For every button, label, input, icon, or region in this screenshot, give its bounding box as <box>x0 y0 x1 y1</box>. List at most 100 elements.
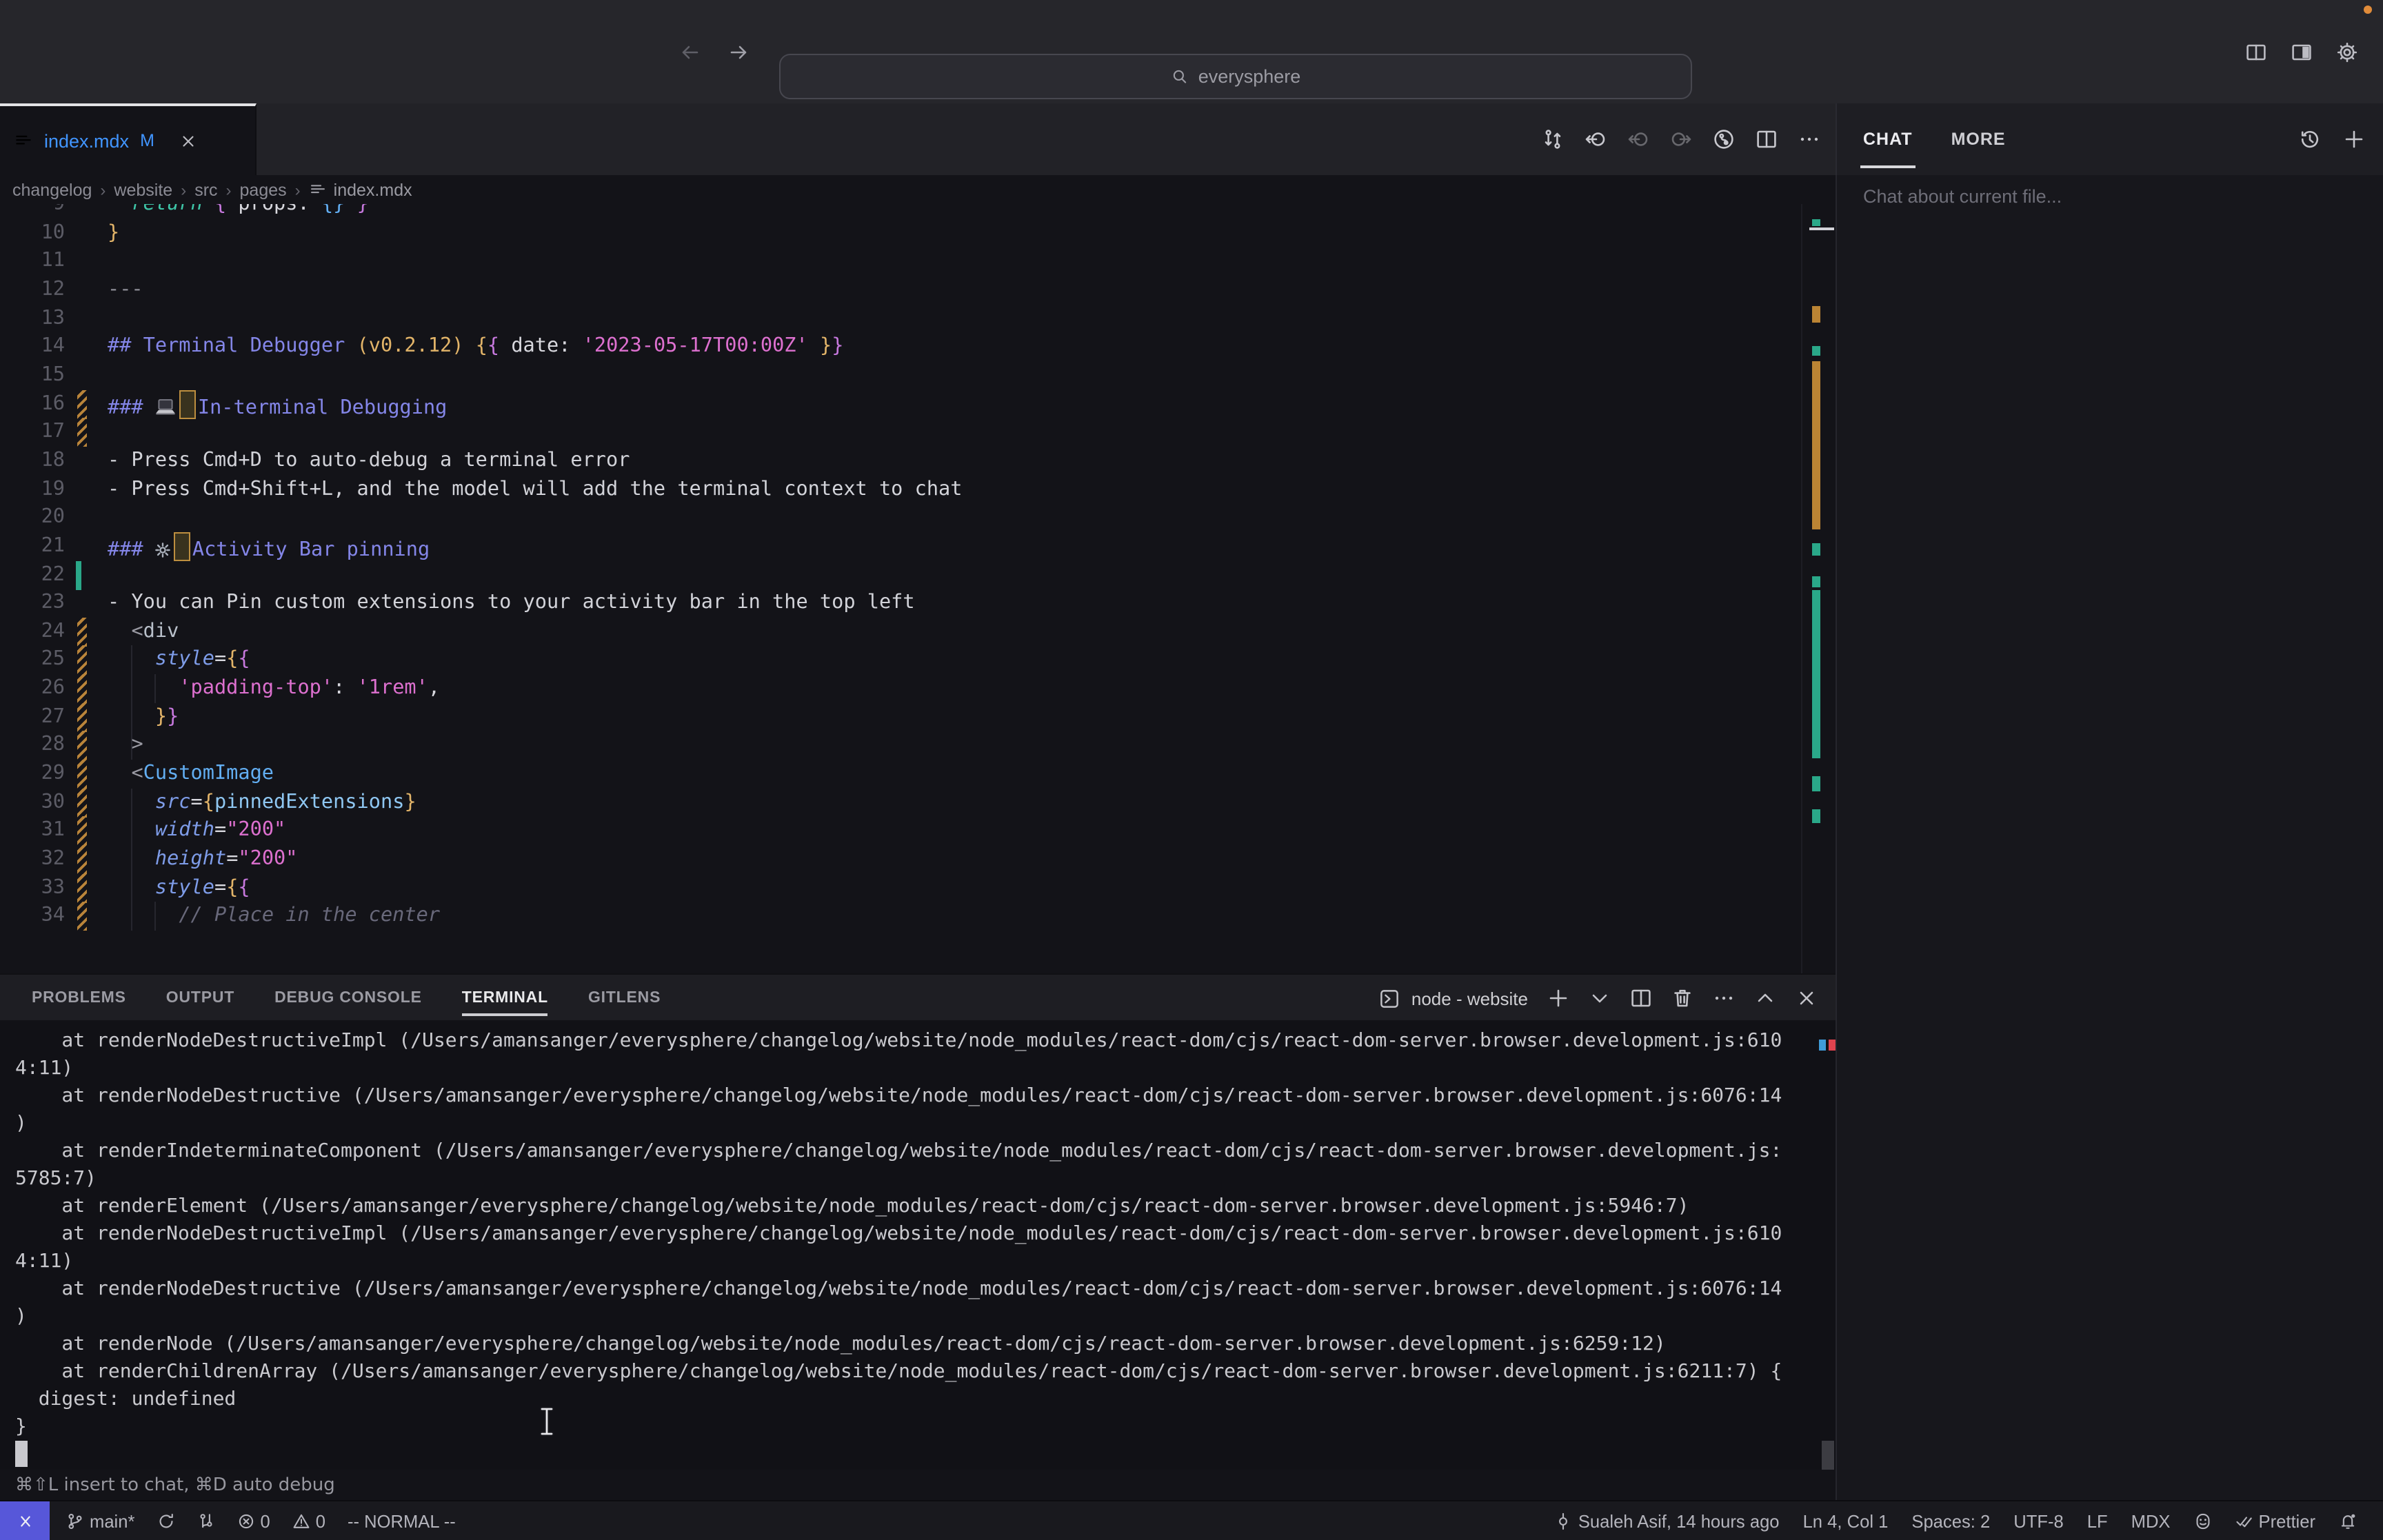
tab-index-mdx[interactable]: index.mdx M <box>0 103 257 175</box>
terminal-line: at renderNode (/Users/amansanger/everysp… <box>15 1330 1666 1358</box>
line-number: 33 <box>0 873 65 902</box>
back-arrow-icon[interactable] <box>678 41 701 63</box>
code-line-17[interactable]: 17 <box>0 418 1802 447</box>
search-box[interactable]: everysphere <box>779 54 1692 99</box>
gitlens-button[interactable] <box>197 1512 214 1530</box>
plus-icon[interactable] <box>2343 128 2365 150</box>
modified-badge: M <box>140 131 154 150</box>
remote-indicator[interactable] <box>0 1501 50 1540</box>
code-line-20[interactable]: 20 <box>0 503 1802 532</box>
code-text: style={{ <box>108 646 250 674</box>
close-icon[interactable] <box>1796 987 1818 1009</box>
panel-tab-debug-console[interactable]: DEBUG CONSOLE <box>274 975 422 1022</box>
tab-bar: index.mdx M <box>0 103 1836 175</box>
cursor-position[interactable]: Ln 4, Col 1 <box>1803 1511 1889 1532</box>
ellipsis-icon[interactable] <box>1798 128 1820 150</box>
notifications-bell[interactable] <box>2339 1512 2357 1530</box>
terminal-scrollbar-thumb[interactable] <box>1822 1441 1834 1470</box>
line-number: 18 <box>0 447 65 475</box>
next-change-icon[interactable] <box>1670 128 1692 150</box>
code-line-25[interactable]: 25 style={{ <box>0 646 1802 675</box>
chat-tab-chat[interactable]: CHAT <box>1863 103 1913 175</box>
panel-tab-terminal[interactable]: TERMINAL <box>462 975 548 1022</box>
terminal-title[interactable]: node - website <box>1411 988 1528 1009</box>
code-line-9[interactable]: 9 return { props: {} } <box>0 204 1802 219</box>
code-line-34[interactable]: 34 // Place in the center <box>0 902 1802 931</box>
terminal-output[interactable]: at renderNodeDestructiveImpl (/Users/ama… <box>0 1020 1836 1470</box>
code-line-10[interactable]: 10} <box>0 219 1802 247</box>
language-mode[interactable]: MDX <box>2131 1511 2171 1532</box>
code-line-24[interactable]: 24 <div <box>0 618 1802 647</box>
split-editor-icon[interactable] <box>1756 128 1778 150</box>
code-line-16[interactable]: 16### In-terminal Debugging <box>0 389 1802 418</box>
code-line-15[interactable]: 15 <box>0 361 1802 390</box>
layout-columns-icon[interactable] <box>2245 41 2267 63</box>
code-line-11[interactable]: 11 <box>0 247 1802 276</box>
compare-changes-icon[interactable] <box>1542 128 1564 150</box>
line-number: 12 <box>0 276 65 304</box>
breadcrumb-item-changelog[interactable]: changelog <box>12 180 92 199</box>
code-line-23[interactable]: 23- You can Pin custom extensions to you… <box>0 589 1802 618</box>
history-icon[interactable] <box>2299 128 2321 150</box>
breadcrumb-file[interactable]: index.mdx <box>309 180 412 199</box>
chat-input-placeholder[interactable]: Chat about current file... <box>1863 186 2062 207</box>
code-line-13[interactable]: 13 <box>0 304 1802 333</box>
previous-change-icon[interactable] <box>1627 128 1649 150</box>
panel-tab-problems[interactable]: PROBLEMS <box>32 975 126 1022</box>
sync-button[interactable] <box>157 1512 174 1530</box>
code-text: <CustomImage <box>108 760 274 788</box>
settings-gear-icon[interactable] <box>2336 41 2358 63</box>
code-line-29[interactable]: 29 <CustomImage <box>0 760 1802 789</box>
code-line-18[interactable]: 18- Press Cmd+D to auto-debug a terminal… <box>0 447 1802 476</box>
gutter-modified-indicator <box>77 731 87 760</box>
chevron-down-icon[interactable] <box>1589 987 1611 1009</box>
code-editor[interactable]: 9 return { props: {} }10}1112---1314## T… <box>0 204 1836 973</box>
code-line-33[interactable]: 33 style={{ <box>0 873 1802 902</box>
eol[interactable]: LF <box>2087 1511 2108 1532</box>
code-line-22[interactable]: 22 <box>0 560 1802 589</box>
run-circle-icon[interactable] <box>1713 128 1735 150</box>
breadcrumb-item-src[interactable]: src <box>194 180 217 199</box>
code-line-19[interactable]: 19- Press Cmd+Shift+L, and the model wil… <box>0 475 1802 504</box>
chat-tab-more[interactable]: MORE <box>1951 103 2006 175</box>
forward-arrow-icon[interactable] <box>728 41 750 63</box>
feedback[interactable] <box>2194 1512 2212 1530</box>
code-line-31[interactable]: 31 width="200" <box>0 817 1802 846</box>
code-line-28[interactable]: 28 > <box>0 731 1802 760</box>
chevron-up-icon[interactable] <box>1754 987 1776 1009</box>
previous-change-icon[interactable] <box>1585 128 1607 150</box>
gutter-modified-indicator <box>77 788 87 817</box>
breadcrumb-item-website[interactable]: website <box>114 180 172 199</box>
indentation[interactable]: Spaces: 2 <box>1911 1511 1990 1532</box>
layout-panel-right-icon[interactable] <box>2291 41 2313 63</box>
formatter-prettier[interactable]: Prettier <box>2235 1511 2316 1532</box>
chat-panel: Chat about current file... <box>1836 175 2383 1500</box>
tab-label: index.mdx <box>44 130 129 151</box>
git-branch-icon <box>66 1512 84 1530</box>
code-line-26[interactable]: 26 'padding-top': '1rem', <box>0 674 1802 703</box>
problems-warnings[interactable]: 0 <box>292 1511 325 1532</box>
breadcrumb: changelog›website›src›pages›index.mdx <box>0 175 1848 204</box>
terminal-hint: ⌘⇧L insert to chat, ⌘D auto debug <box>0 1470 1851 1500</box>
code-line-32[interactable]: 32 height="200" <box>0 845 1802 874</box>
plus-icon[interactable] <box>1547 987 1569 1009</box>
panel-tab-output[interactable]: OUTPUT <box>166 975 234 1022</box>
code-line-30[interactable]: 30 src={pinnedExtensions} <box>0 788 1802 817</box>
panel-tab-gitlens[interactable]: GITLENS <box>588 975 661 1022</box>
trash-icon[interactable] <box>1671 987 1693 1009</box>
breadcrumb-item-pages[interactable]: pages <box>240 180 287 199</box>
blame-annotation[interactable]: Sualeh Asif, 14 hours ago <box>1555 1511 1780 1532</box>
encoding[interactable]: UTF-8 <box>2013 1511 2064 1532</box>
code-line-21[interactable]: 21### Activity Bar pinning <box>0 532 1802 561</box>
git-branch-item[interactable]: main* <box>66 1511 134 1532</box>
vim-mode[interactable]: -- NORMAL -- <box>348 1511 456 1532</box>
laptop-icon <box>155 398 177 416</box>
code-text: ## Terminal Debugger (v0.2.12) {{ date: … <box>108 333 843 361</box>
problems-errors[interactable]: 0 <box>237 1511 270 1532</box>
code-line-14[interactable]: 14## Terminal Debugger (v0.2.12) {{ date… <box>0 333 1802 362</box>
code-line-12[interactable]: 12--- <box>0 276 1802 305</box>
split-editor-icon[interactable] <box>1630 987 1652 1009</box>
close-icon[interactable] <box>179 132 197 150</box>
ellipsis-icon[interactable] <box>1713 987 1735 1009</box>
code-line-27[interactable]: 27 }} <box>0 703 1802 732</box>
